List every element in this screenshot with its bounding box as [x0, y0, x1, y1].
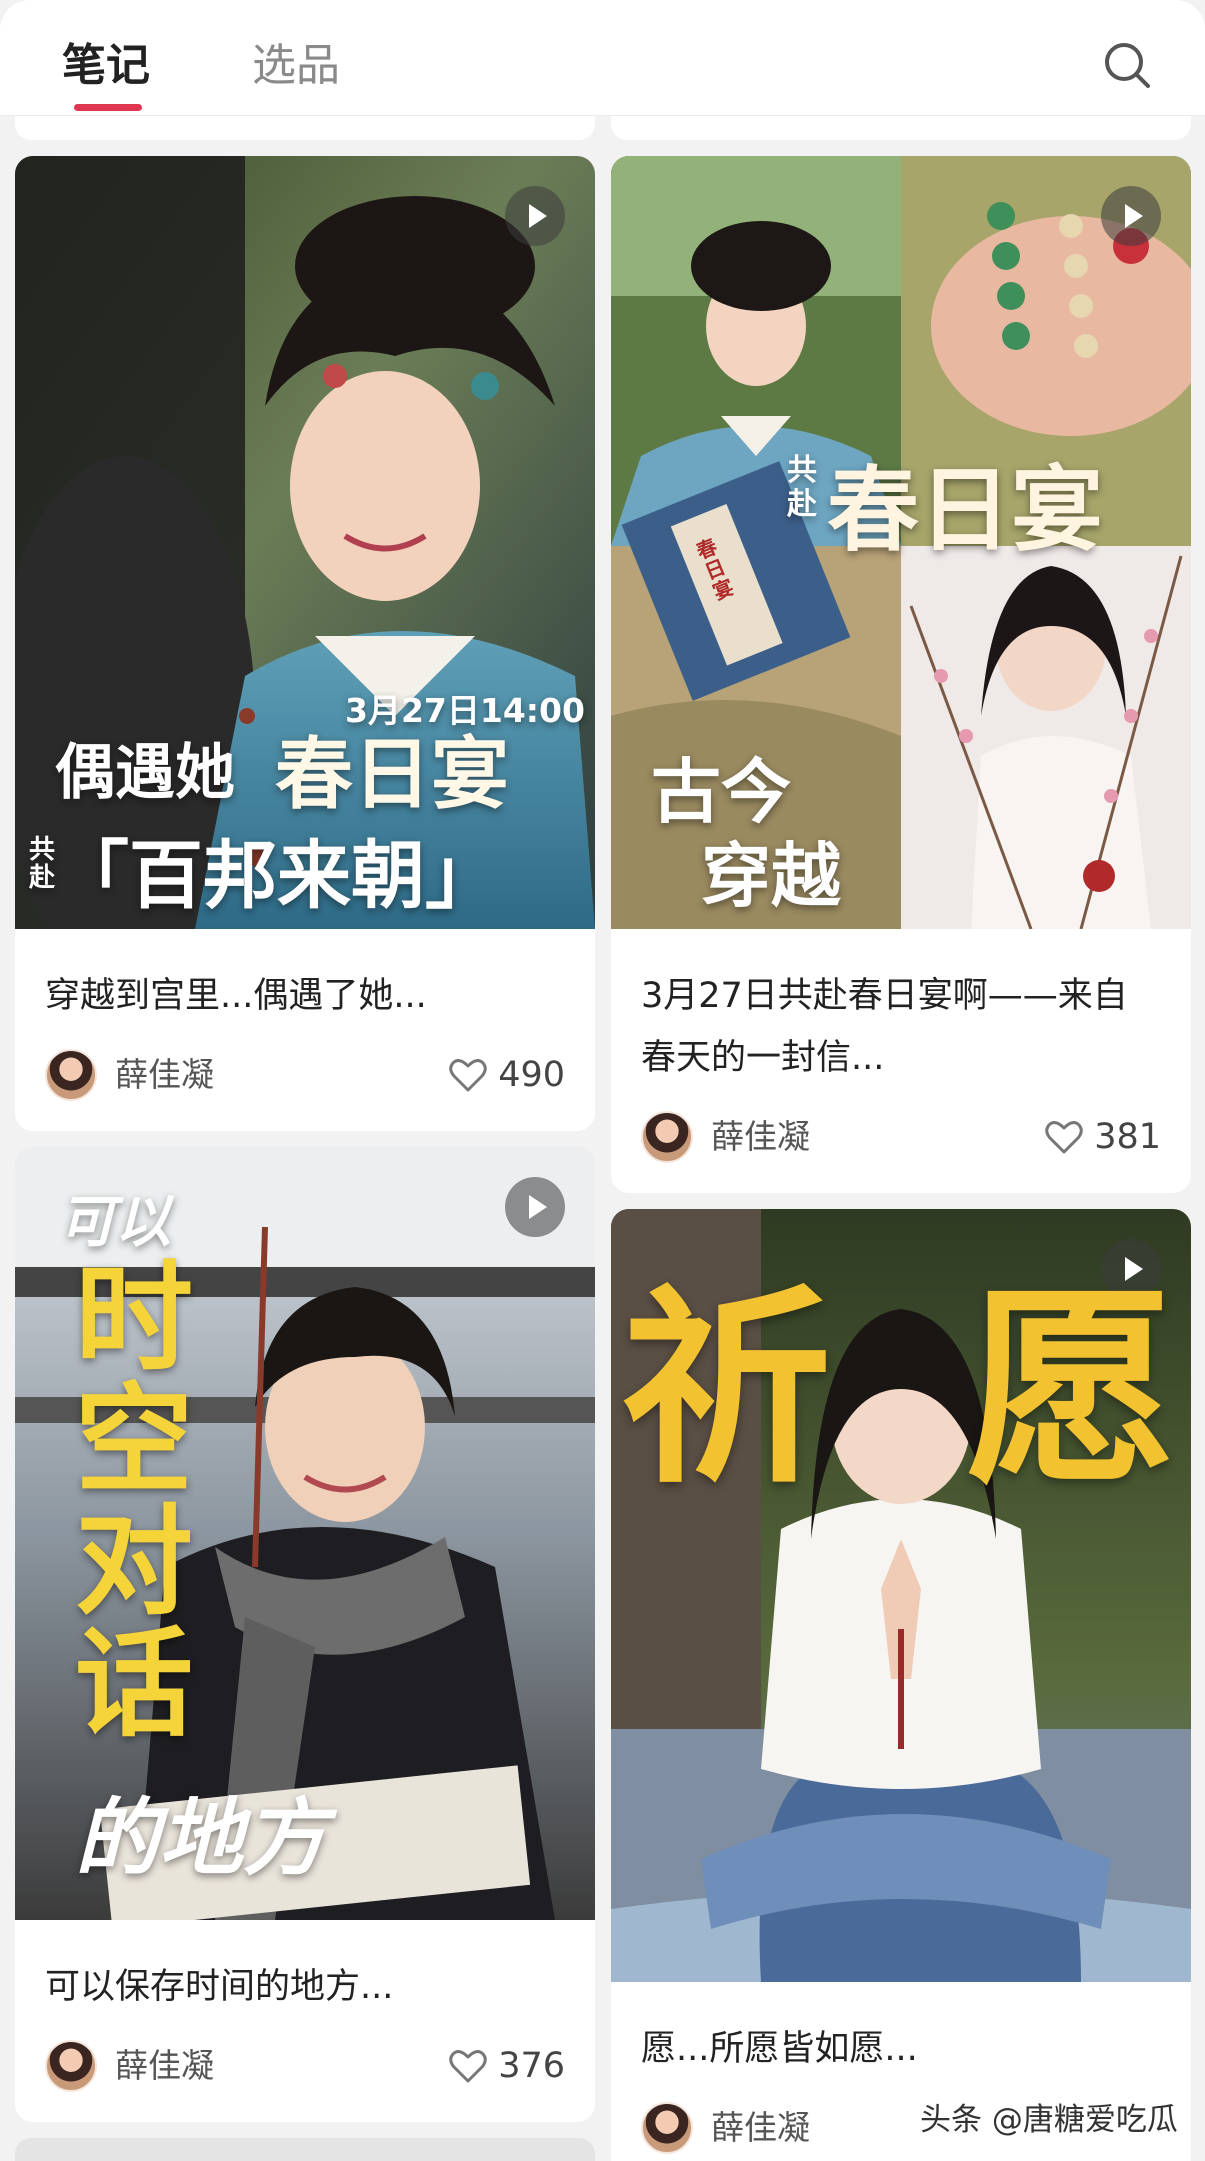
note-cover-image[interactable]: 共赴 春日宴 古今 穿越 春日宴: [611, 156, 1191, 929]
like-button[interactable]: 490: [448, 1049, 565, 1101]
note-title[interactable]: 3月27日共赴春日宴啊——来自春天的一封信...: [611, 929, 1191, 1089]
note-card[interactable]: 祈 愿 愿...所愿皆如愿... 薛佳凝: [611, 1209, 1191, 2161]
heart-icon: [449, 1059, 487, 1092]
author-avatar[interactable]: [641, 2102, 693, 2154]
heart-icon: [449, 2050, 487, 2083]
previous-card-stub[interactable]: [611, 116, 1191, 140]
cover-text-line2: 「百邦来朝」: [55, 833, 499, 919]
feed-column-left: 3月27日14:00 偶遇她 春日宴 共赴 「百邦来朝」 穿越到宫里...偶遇了…: [15, 116, 595, 2161]
next-card-stub[interactable]: [15, 2138, 595, 2161]
author-avatar[interactable]: [45, 2040, 97, 2092]
like-count: 381: [1094, 1117, 1161, 1157]
note-meta: 薛佳凝 381: [611, 1097, 1191, 1193]
cover-text-prefix: 共赴: [787, 453, 817, 522]
video-play-icon: [505, 186, 565, 246]
cover-text-right: 愿: [966, 1265, 1177, 1512]
previous-card-stub[interactable]: [15, 116, 595, 140]
note-card[interactable]: 3月27日14:00 偶遇她 春日宴 共赴 「百邦来朝」 穿越到宫里...偶遇了…: [15, 156, 595, 1131]
cover-text-vertical-1: 时: [75, 1249, 194, 1387]
heart-icon: [1045, 1121, 1083, 1154]
note-cover-image[interactable]: 3月27日14:00 偶遇她 春日宴 共赴 「百邦来朝」: [15, 156, 595, 929]
like-count: 376: [498, 2046, 565, 2086]
cover-text-line1a: 偶遇她: [55, 738, 235, 808]
author-name[interactable]: 薛佳凝: [115, 1049, 214, 1101]
author-name[interactable]: 薛佳凝: [115, 2040, 214, 2092]
cover-text-left: 祈: [621, 1265, 832, 1512]
like-button[interactable]: 381: [1044, 1111, 1161, 1163]
video-play-icon: [1101, 186, 1161, 246]
cover-text-vertical-4: 话: [75, 1615, 194, 1753]
video-play-icon: [505, 1177, 565, 1237]
search-button[interactable]: [1100, 38, 1156, 94]
note-cover-image[interactable]: 祈 愿: [611, 1209, 1191, 1982]
active-tab-indicator: [74, 104, 142, 111]
cover-text-vertical-3: 对: [75, 1493, 194, 1631]
like-count: 490: [498, 1055, 565, 1095]
tab-selection[interactable]: 选品: [252, 38, 340, 94]
author-name[interactable]: 薛佳凝: [711, 2102, 810, 2154]
feed-column-right: 共赴 春日宴 古今 穿越 春日宴 3月27日共赴春日宴啊——来自春天的一封信..…: [611, 116, 1191, 2161]
cover-text-top: 可以: [59, 1190, 171, 1255]
note-title[interactable]: 穿越到宫里...偶遇了她...: [15, 929, 595, 1027]
cover-text-main: 春日宴: [827, 457, 1104, 564]
note-title[interactable]: 愿...所愿皆如愿...: [611, 1982, 1191, 2080]
cover-text-bottom: 的地方: [75, 1789, 328, 1887]
author-avatar[interactable]: [45, 1049, 97, 1101]
cover-text-vertical-2: 空: [75, 1371, 194, 1509]
top-tab-bar: 笔记 选品: [0, 0, 1205, 116]
cover-text-sub2: 穿越: [701, 835, 841, 917]
watermark-text: 头条 @唐糖爱吃瓜: [920, 2102, 1178, 2138]
author-avatar[interactable]: [641, 1111, 693, 1163]
note-cover-image[interactable]: 可以 时 空 对 话 的地方: [15, 1147, 595, 1920]
author-name[interactable]: 薛佳凝: [711, 1111, 810, 1163]
note-card[interactable]: 可以 时 空 对 话 的地方 可以保存时间的地方... 薛佳凝 376: [15, 1147, 595, 2122]
tab-notes[interactable]: 笔记: [62, 38, 150, 94]
note-meta: 薛佳凝 376: [15, 2026, 595, 2122]
like-button[interactable]: 376: [448, 2040, 565, 2092]
note-card[interactable]: 共赴 春日宴 古今 穿越 春日宴 3月27日共赴春日宴啊——来自春天的一封信..…: [611, 156, 1191, 1193]
note-title[interactable]: 可以保存时间的地方...: [15, 1920, 595, 2018]
cover-text-line1b: 春日宴: [275, 730, 510, 820]
search-icon: [1105, 43, 1150, 88]
note-meta: 薛佳凝 490: [15, 1035, 595, 1131]
